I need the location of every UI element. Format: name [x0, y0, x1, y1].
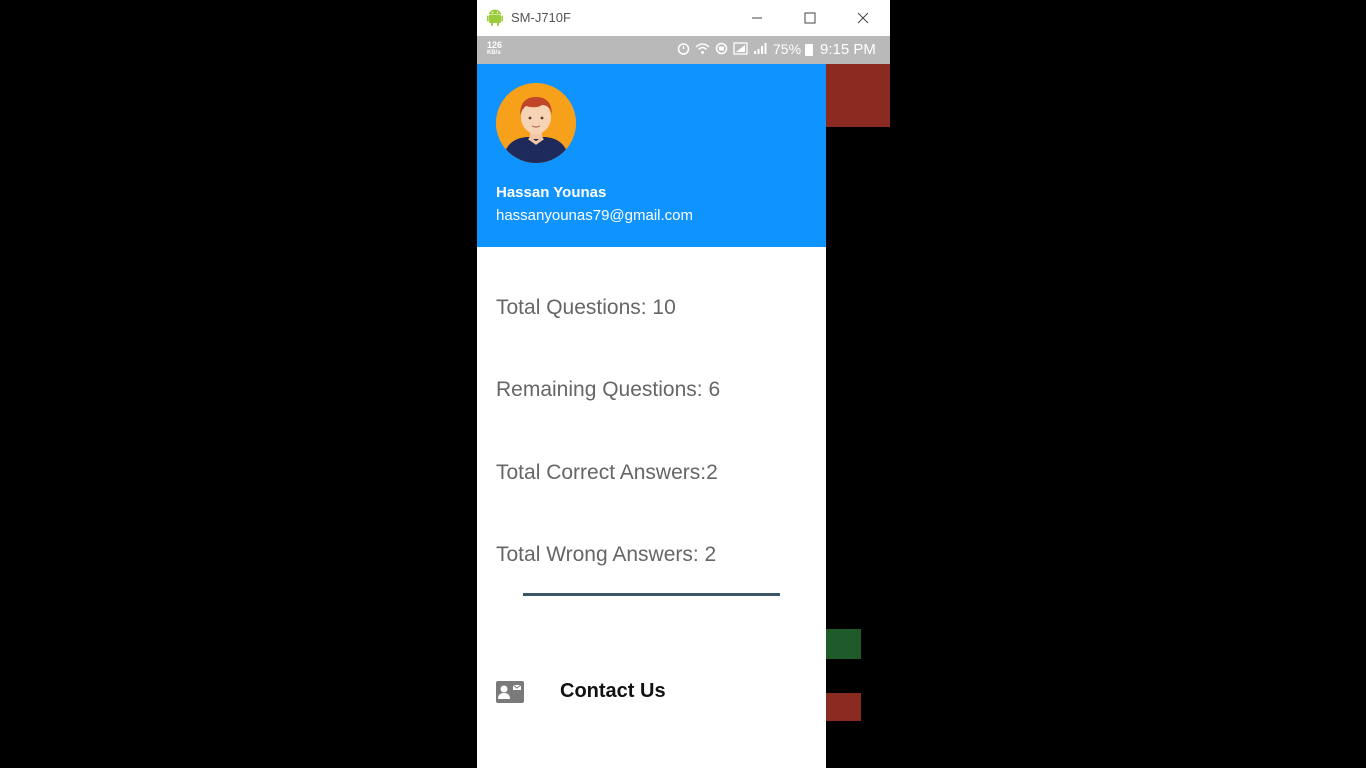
close-icon[interactable] — [851, 6, 875, 30]
data-saver-icon — [715, 42, 728, 58]
emulator-window: SM-J710F 126 KB/s 75% 9:15 PM Hassan You… — [477, 0, 890, 768]
minimize-icon[interactable] — [745, 6, 769, 30]
network-speed-unit: KB/s — [487, 50, 501, 56]
signal-icon — [753, 42, 767, 58]
user-email: hassanyounas79@gmail.com — [496, 207, 693, 224]
total-questions-label: Total Questions: 10 — [496, 296, 676, 319]
drawer-header: Hassan Younas hassanyounas79@gmail.com — [477, 64, 826, 247]
android-icon — [487, 9, 503, 32]
alarm-icon — [677, 42, 690, 58]
background-red-button — [826, 693, 861, 721]
network-speed: 126 KB/s — [487, 41, 502, 57]
battery-percent: 75% — [773, 41, 802, 57]
background-header-block — [826, 64, 890, 127]
navigation-drawer: Hassan Younas hassanyounas79@gmail.com T… — [477, 64, 826, 768]
status-time: 9:15 PM — [820, 41, 876, 58]
user-avatar-icon — [496, 83, 576, 163]
correct-answers-label: Total Correct Answers:2 — [496, 461, 718, 484]
lte-icon — [733, 42, 748, 58]
window-titlebar[interactable]: SM-J710F — [477, 0, 890, 37]
wrong-answers-label: Total Wrong Answers: 2 — [496, 543, 717, 566]
wifi-icon — [695, 42, 710, 58]
avatar[interactable] — [496, 83, 576, 163]
status-bar: 126 KB/s 75% 9:15 PM — [477, 36, 890, 64]
maximize-icon[interactable] — [798, 6, 822, 30]
contact-us-item[interactable]: Contact Us — [477, 662, 826, 724]
remaining-questions-label: Remaining Questions: 6 — [496, 378, 721, 401]
divider — [523, 593, 780, 596]
user-name: Hassan Younas — [496, 184, 607, 201]
status-icons — [677, 42, 767, 58]
contact-card-icon — [496, 681, 524, 708]
window-title: SM-J710F — [511, 10, 571, 25]
battery-icon — [805, 44, 813, 56]
contact-us-label: Contact Us — [560, 680, 666, 702]
background-green-button — [826, 629, 861, 659]
